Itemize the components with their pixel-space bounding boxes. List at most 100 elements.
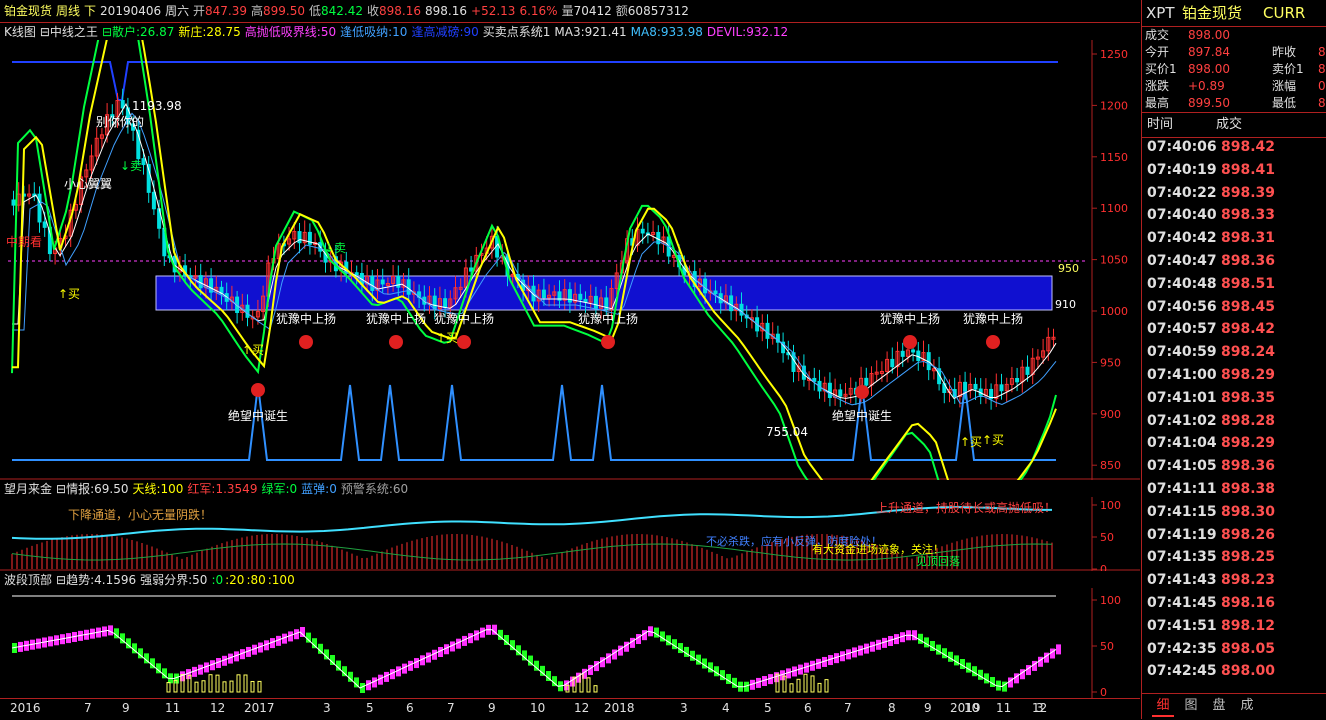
tab-board[interactable]: 盘 [1208,697,1230,715]
candle-body [973,383,978,390]
quote-row: 涨跌 +0.89 涨幅 0. [1142,78,1326,95]
x-tick-label: 10 [530,701,546,715]
period[interactable]: 周线 [56,4,80,18]
trade-price: 898.31 [1221,230,1276,247]
sub1-chart[interactable]: 100500 下降通道，小心无量阴跌！ 上升通道，持股待长或高抛低吸！ 不必杀跌… [0,497,1140,571]
x-tick-label: 9 [924,701,932,715]
quote-currency: CURR [1263,4,1306,22]
sub2-vol [586,677,591,693]
trade-row[interactable]: 07:40:47 898.36 [1142,250,1326,273]
kline-title[interactable]: K线图 [4,25,36,39]
gaopao: 高抛低吸界线:50 [244,25,337,39]
trade-row[interactable]: 07:40:22 898.39 [1142,182,1326,205]
trade-time: 07:42:35 [1147,640,1217,657]
trade-row[interactable]: 07:41:00 898.29 [1142,364,1326,387]
trade-row[interactable]: 07:40:42 898.31 [1142,227,1326,250]
sub2-ticks: 100 50 0 [1092,594,1121,698]
sub2-tick-label: 100 [1100,594,1121,607]
trade-time: 07:40:56 [1147,298,1217,315]
last-value: 898.16 [425,4,468,18]
sub1-ticks: 100 50 0 [1092,499,1121,571]
trade-price: 898.23 [1221,572,1276,589]
trade-price: 898.26 [1221,526,1276,543]
tab-detail[interactable]: 细 [1152,697,1174,717]
trade-row[interactable]: 07:41:11 898.38 [1142,478,1326,501]
candle-body [151,191,156,210]
sub2-vol [166,682,171,693]
sell-2: ↓卖 [120,159,142,173]
signal-dots [251,335,1000,399]
sub2-tick-label: 50 [1100,640,1114,653]
x-tick-label: 7 [844,701,852,715]
trade-row[interactable]: 07:41:35 898.25 [1142,546,1326,569]
trades-time-header: 时间 [1147,117,1174,132]
vol-value: 70412 [573,4,612,18]
buy-5: ↑买 [982,433,1004,447]
quote-row: 最高 899.50 最低 8 [1142,95,1326,112]
chart-area[interactable]: 铂金现货 周线下 20190406 周六 开847.39 高899.50 低842.42 收… [0,0,1140,719]
trade-row[interactable]: 07:42:45 898.00 [1142,660,1326,683]
candle-body [827,382,832,399]
sub2-vol [208,674,213,693]
sub2-lv80: :80 [246,573,266,587]
instrument-name: 铂金现货 [4,4,53,18]
main-kline-chart[interactable]: 1250120011501100105010009509008508007507… [0,40,1140,480]
trades-header: 时间 成交 [1142,112,1326,138]
max-price-label: 1193.98 [132,99,182,113]
trade-row[interactable]: 07:40:19 898.41 [1142,159,1326,182]
amt-value: 60857312 [627,4,689,18]
trade-row[interactable]: 07:40:59 898.24 [1142,341,1326,364]
candle-body [567,289,572,303]
trade-row[interactable]: 07:40:06 898.42 [1142,136,1326,159]
hesitate-4: 犹豫中上扬 [578,311,638,326]
candle-body [864,377,869,386]
main-tick-label: 850 [1100,459,1121,472]
price-band [155,275,1053,311]
candle-body [838,389,843,397]
trade-row[interactable]: 07:42:35 898.05 [1142,638,1326,661]
buy-1: ↑买 [58,287,80,301]
tab-trades[interactable]: 成 [1236,697,1258,715]
sub2-vol [810,675,815,693]
sub2-title[interactable]: 波段顶部 [4,573,52,587]
trade-price: 898.29 [1221,435,1276,452]
trade-row[interactable]: 07:41:15 898.30 [1142,501,1326,524]
sub2-vol [593,685,598,693]
trade-row[interactable]: 07:41:01 898.35 [1142,387,1326,410]
x-tick-label: 3 [680,701,688,715]
trade-row[interactable]: 07:41:45 898.16 [1142,592,1326,615]
sub1-landan: 蓝弹:0 [301,482,337,496]
sub1-title[interactable]: 望月来金 [4,482,52,496]
flag: 下 [84,4,97,18]
trade-row[interactable]: 07:41:19 898.26 [1142,524,1326,547]
trade-row[interactable]: 07:41:02 898.28 [1142,410,1326,433]
trade-row[interactable]: 07:40:56 898.45 [1142,296,1326,319]
trade-row[interactable]: 07:41:04 898.29 [1142,432,1326,455]
trade-row[interactable]: 07:40:57 898.42 [1142,318,1326,341]
sub2-tick-label: 0 [1100,686,1107,698]
trades-price-header: 成交 [1216,117,1243,132]
quote-label: 今开 [1145,45,1170,59]
trade-row[interactable]: 07:40:40 898.33 [1142,204,1326,227]
trade-price: 898.12 [1221,617,1276,634]
candle-body [245,304,250,318]
hesitate-6: 犹豫中上扬 [963,311,1023,326]
trade-row[interactable]: 07:40:48 898.51 [1142,273,1326,296]
trade-time: 07:40:19 [1147,161,1217,178]
x-tick-label: 3 [323,701,331,715]
signal-dot [251,383,265,397]
main-indicator-legend: K线图 ⊟中线之王 ⊟散户:26.87 新庄:28.75 高抛低吸界线:50 逢低吸纳:1… [4,24,792,40]
trade-row[interactable]: 07:41:43 898.23 [1142,569,1326,592]
trade-time: 07:41:01 [1147,389,1217,406]
trade-row[interactable]: 07:41:51 898.12 [1142,615,1326,638]
trade-price: 898.33 [1221,207,1276,224]
sub2-chart[interactable]: 100 50 0 [0,588,1140,698]
hesitate-2: 犹豫中上扬 [366,311,426,326]
candle-body [406,279,411,295]
candle-body [370,275,375,291]
trade-row[interactable]: 07:41:05 898.36 [1142,455,1326,478]
hesitate-5: 犹豫中上扬 [880,311,940,326]
indicator-name[interactable]: ⊟中线之王 [40,25,98,39]
tab-chart[interactable]: 图 [1180,697,1202,715]
min-price-label: 755.04 [766,425,808,439]
